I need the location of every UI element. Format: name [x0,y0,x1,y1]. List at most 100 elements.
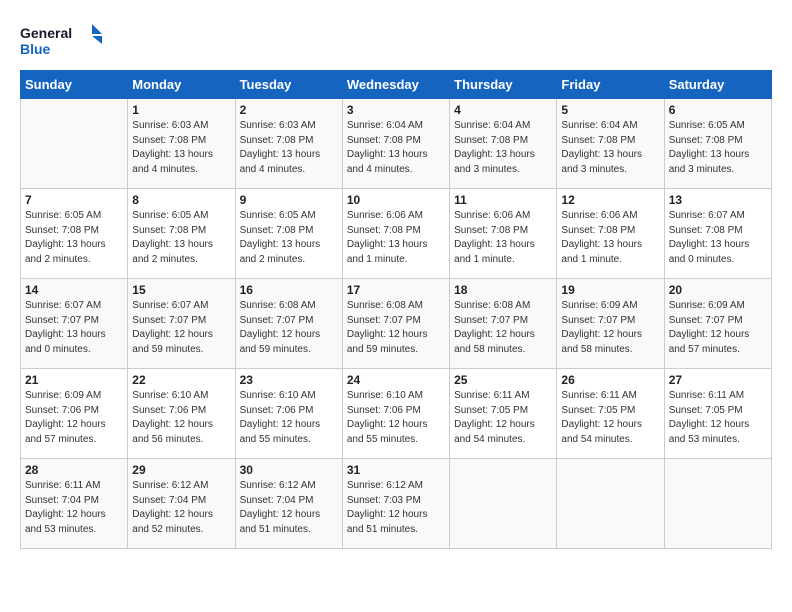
day-number: 22 [132,373,230,387]
day-number: 20 [669,283,767,297]
cell-content: Sunrise: 6:06 AM Sunset: 7:08 PM Dayligh… [561,209,659,267]
cell-content: Sunrise: 6:04 AM Sunset: 7:08 PM Dayligh… [347,119,445,177]
week-row-3: 14 Sunrise: 6:07 AM Sunset: 7:07 PM Dayli… [21,279,772,369]
calendar-cell: 11 Sunrise: 6:06 AM Sunset: 7:08 PM Dayli… [450,189,557,279]
column-header-wednesday: Wednesday [342,71,449,99]
calendar-cell: 28 Sunrise: 6:11 AM Sunset: 7:04 PM Dayli… [21,459,128,549]
calendar-cell: 16 Sunrise: 6:08 AM Sunset: 7:07 PM Dayli… [235,279,342,369]
day-number: 3 [347,103,445,117]
day-number: 9 [240,193,338,207]
cell-content: Sunrise: 6:04 AM Sunset: 7:08 PM Dayligh… [454,119,552,177]
day-number: 1 [132,103,230,117]
svg-text:Blue: Blue [20,41,51,57]
calendar-cell: 14Sunrise: 6:07 AM Sunset: 7:07 PM Dayli… [21,279,128,369]
cell-content: Sunrise: 6:08 AM Sunset: 7:07 PM Dayligh… [454,299,552,357]
cell-content: Sunrise: 6:08 AM Sunset: 7:07 PM Dayligh… [240,299,338,357]
calendar-cell: 7 Sunrise: 6:05 AM Sunset: 7:08 PM Daylig… [21,189,128,279]
calendar-cell: 24 Sunrise: 6:10 AM Sunset: 7:06 PM Dayli… [342,369,449,459]
day-number: 24 [347,373,445,387]
day-number: 30 [240,463,338,477]
day-number: 25 [454,373,552,387]
calendar-cell: 4 Sunrise: 6:04 AM Sunset: 7:08 PM Daylig… [450,99,557,189]
day-number: 12 [561,193,659,207]
day-number: 6 [669,103,767,117]
week-row-4: 21 Sunrise: 6:09 AM Sunset: 7:06 PM Dayli… [21,369,772,459]
day-number: 28 [25,463,123,477]
cell-content: Sunrise: 6:09 AM Sunset: 7:07 PM Dayligh… [669,299,767,357]
day-number: 11 [454,193,552,207]
cell-content: Sunrise: 6:06 AM Sunset: 7:08 PM Dayligh… [454,209,552,267]
cell-content: Sunrise: 6:05 AM Sunset: 7:08 PM Dayligh… [132,209,230,267]
calendar-cell: 22 Sunrise: 6:10 AM Sunset: 7:06 PM Dayli… [128,369,235,459]
cell-content: Sunrise: 6:03 AM Sunset: 7:08 PM Dayligh… [132,119,230,177]
day-number: 4 [454,103,552,117]
day-number: 2 [240,103,338,117]
calendar-cell: 8 Sunrise: 6:05 AM Sunset: 7:08 PM Daylig… [128,189,235,279]
calendar-table: SundayMondayTuesdayWednesdayThursdayFrid… [20,70,772,549]
cell-content: Sunrise: 6:12 AM Sunset: 7:04 PM Dayligh… [240,479,338,537]
cell-content: Sunrise: 6:10 AM Sunset: 7:06 PM Dayligh… [240,389,338,447]
column-header-thursday: Thursday [450,71,557,99]
calendar-cell: 21 Sunrise: 6:09 AM Sunset: 7:06 PM Dayli… [21,369,128,459]
calendar-cell: 18 Sunrise: 6:08 AM Sunset: 7:07 PM Dayli… [450,279,557,369]
calendar-cell: 31 Sunrise: 6:12 AM Sunset: 7:03 PM Dayli… [342,459,449,549]
cell-content: Sunrise: 6:07 AM Sunset: 7:07 PM Dayligh… [132,299,230,357]
header-row: SundayMondayTuesdayWednesdayThursdayFrid… [21,71,772,99]
week-row-1: 1 Sunrise: 6:03 AM Sunset: 7:08 PM Daylig… [21,99,772,189]
cell-content: Sunrise: 6:10 AM Sunset: 7:06 PM Dayligh… [132,389,230,447]
calendar-cell [664,459,771,549]
day-number: 21 [25,373,123,387]
day-number: 31 [347,463,445,477]
day-number: 7 [25,193,123,207]
cell-content: Sunrise: 6:12 AM Sunset: 7:03 PM Dayligh… [347,479,445,537]
calendar-cell: 1 Sunrise: 6:03 AM Sunset: 7:08 PM Daylig… [128,99,235,189]
day-number: 14 [25,283,123,297]
calendar-cell: 9 Sunrise: 6:05 AM Sunset: 7:08 PM Daylig… [235,189,342,279]
column-header-sunday: Sunday [21,71,128,99]
cell-content: Sunrise: 6:12 AM Sunset: 7:04 PM Dayligh… [132,479,230,537]
calendar-cell: 2 Sunrise: 6:03 AM Sunset: 7:08 PM Daylig… [235,99,342,189]
cell-content: Sunrise: 6:06 AM Sunset: 7:08 PM Dayligh… [347,209,445,267]
cell-content: Sunrise: 6:05 AM Sunset: 7:08 PM Dayligh… [25,209,123,267]
page-header: General Blue [20,20,772,60]
calendar-cell: 17 Sunrise: 6:08 AM Sunset: 7:07 PM Dayli… [342,279,449,369]
column-header-monday: Monday [128,71,235,99]
cell-content: Sunrise: 6:11 AM Sunset: 7:04 PM Dayligh… [25,479,123,537]
column-header-tuesday: Tuesday [235,71,342,99]
day-number: 10 [347,193,445,207]
day-number: 15 [132,283,230,297]
column-header-friday: Friday [557,71,664,99]
day-number: 16 [240,283,338,297]
day-number: 13 [669,193,767,207]
cell-content: Sunrise: 6:09 AM Sunset: 7:07 PM Dayligh… [561,299,659,357]
cell-content: Sunrise: 6:05 AM Sunset: 7:08 PM Dayligh… [240,209,338,267]
calendar-cell: 15 Sunrise: 6:07 AM Sunset: 7:07 PM Dayli… [128,279,235,369]
calendar-cell: 12 Sunrise: 6:06 AM Sunset: 7:08 PM Dayli… [557,189,664,279]
calendar-cell: 3 Sunrise: 6:04 AM Sunset: 7:08 PM Daylig… [342,99,449,189]
day-number: 8 [132,193,230,207]
cell-content: Sunrise: 6:03 AM Sunset: 7:08 PM Dayligh… [240,119,338,177]
calendar-cell: 5Sunrise: 6:04 AM Sunset: 7:08 PM Daylig… [557,99,664,189]
calendar-cell: 27Sunrise: 6:11 AM Sunset: 7:05 PM Dayli… [664,369,771,459]
calendar-cell: 30 Sunrise: 6:12 AM Sunset: 7:04 PM Dayli… [235,459,342,549]
week-row-2: 7 Sunrise: 6:05 AM Sunset: 7:08 PM Daylig… [21,189,772,279]
calendar-cell: 19Sunrise: 6:09 AM Sunset: 7:07 PM Dayli… [557,279,664,369]
cell-content: Sunrise: 6:08 AM Sunset: 7:07 PM Dayligh… [347,299,445,357]
cell-content: Sunrise: 6:05 AM Sunset: 7:08 PM Dayligh… [669,119,767,177]
calendar-cell [21,99,128,189]
calendar-cell [557,459,664,549]
calendar-cell: 13Sunrise: 6:07 AM Sunset: 7:08 PM Dayli… [664,189,771,279]
calendar-cell: 25Sunrise: 6:11 AM Sunset: 7:05 PM Dayli… [450,369,557,459]
day-number: 17 [347,283,445,297]
svg-text:General: General [20,25,72,41]
calendar-cell: 6 Sunrise: 6:05 AM Sunset: 7:08 PM Daylig… [664,99,771,189]
calendar-cell: 26Sunrise: 6:11 AM Sunset: 7:05 PM Dayli… [557,369,664,459]
cell-content: Sunrise: 6:09 AM Sunset: 7:06 PM Dayligh… [25,389,123,447]
day-number: 23 [240,373,338,387]
day-number: 27 [669,373,767,387]
calendar-cell: 20 Sunrise: 6:09 AM Sunset: 7:07 PM Dayli… [664,279,771,369]
cell-content: Sunrise: 6:10 AM Sunset: 7:06 PM Dayligh… [347,389,445,447]
calendar-cell: 23 Sunrise: 6:10 AM Sunset: 7:06 PM Dayli… [235,369,342,459]
day-number: 18 [454,283,552,297]
calendar-cell: 10 Sunrise: 6:06 AM Sunset: 7:08 PM Dayli… [342,189,449,279]
